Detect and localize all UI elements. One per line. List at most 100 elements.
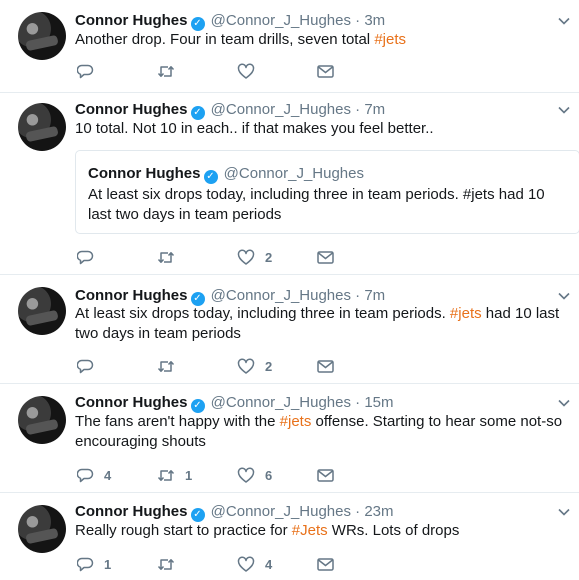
tweet-text: The fans aren't happy with the #jets off…: [75, 412, 565, 452]
quoted-tweet-text: At least six drops today, including thre…: [88, 186, 545, 223]
avatar[interactable]: [18, 287, 66, 335]
tweet-actions: [75, 61, 375, 81]
tweet[interactable]: Connor Hughes ✓ @Connor_J_Hughes · 23m Re…: [0, 493, 579, 580]
reply-icon: [77, 250, 94, 264]
author-name[interactable]: Connor Hughes: [75, 12, 188, 29]
reply-button[interactable]: 1: [77, 554, 111, 574]
tweet-time[interactable]: 15m: [364, 394, 393, 411]
reply-icon: [77, 557, 94, 571]
like-button[interactable]: 4: [237, 554, 272, 574]
tweet[interactable]: Connor Hughes ✓ @Connor_J_Hughes · 15m Th…: [0, 384, 579, 493]
tweet[interactable]: Connor Hughes ✓ @Connor_J_Hughes · 3m Ano…: [0, 0, 579, 93]
verified-badge-icon: ✓: [190, 17, 205, 31]
reply-count: 1: [104, 556, 112, 572]
like-icon: [237, 358, 255, 374]
hashtag-link[interactable]: #Jets: [292, 522, 328, 539]
like-button[interactable]: 2: [237, 247, 272, 267]
reply-icon: [77, 359, 94, 373]
hashtag-link[interactable]: #jets: [280, 413, 312, 430]
chevron-down-icon[interactable]: [557, 103, 571, 117]
avatar[interactable]: [18, 396, 66, 444]
like-icon: [237, 556, 255, 572]
message-icon: [317, 468, 334, 482]
separator-dot: ·: [355, 287, 361, 304]
retweet-icon: [157, 251, 175, 263]
tweet[interactable]: Connor Hughes ✓ @Connor_J_Hughes · 7m 10 …: [0, 93, 579, 275]
retweet-button[interactable]: [157, 61, 185, 81]
reply-button[interactable]: [77, 356, 104, 376]
author-handle[interactable]: @Connor_J_Hughes: [211, 394, 351, 411]
tweet-time[interactable]: 3m: [364, 12, 385, 29]
avatar[interactable]: [18, 12, 66, 60]
separator-dot: ·: [355, 394, 361, 411]
separator-dot: ·: [355, 101, 361, 118]
reply-icon: [77, 64, 94, 78]
direct-message-button[interactable]: [317, 554, 334, 574]
like-button[interactable]: [237, 61, 265, 81]
verified-badge-icon: ✓: [190, 106, 205, 120]
tweet-time[interactable]: 7m: [364, 287, 385, 304]
text-part: 10 total. Not 10 in each.. if that makes…: [75, 120, 434, 137]
like-button[interactable]: 6: [237, 465, 272, 485]
text-part: Another drop. Four in team drills, seven…: [75, 31, 375, 48]
avatar[interactable]: [18, 505, 66, 553]
chevron-down-icon[interactable]: [557, 289, 571, 303]
tweet-time[interactable]: 7m: [364, 101, 385, 118]
retweet-count: 1: [185, 467, 193, 483]
retweet-button[interactable]: [157, 247, 185, 267]
hashtag-link[interactable]: #jets: [374, 31, 406, 48]
direct-message-button[interactable]: [317, 465, 334, 485]
tweet-text: Really rough start to practice for #Jets…: [75, 521, 565, 541]
quoted-tweet[interactable]: Connor Hughes ✓ @Connor_J_Hughes At least…: [75, 150, 579, 234]
author-name[interactable]: Connor Hughes: [75, 287, 188, 304]
avatar[interactable]: [18, 103, 66, 151]
tweet-actions: 4 1 6: [75, 465, 375, 485]
author-handle[interactable]: @Connor_J_Hughes: [211, 503, 351, 520]
tweet-time[interactable]: 23m: [364, 503, 393, 520]
text-part: The fans aren't happy with the: [75, 413, 280, 430]
tweet-actions: 2: [75, 247, 375, 267]
hashtag-link[interactable]: #jets: [450, 305, 482, 322]
tweet-header: Connor Hughes ✓ @Connor_J_Hughes · 15m: [75, 394, 394, 413]
author-handle[interactable]: @Connor_J_Hughes: [211, 12, 351, 29]
retweet-button[interactable]: [157, 356, 185, 376]
tweet-header: Connor Hughes ✓ @Connor_J_Hughes · 7m: [75, 101, 385, 120]
like-icon: [237, 467, 255, 483]
like-icon: [237, 249, 255, 265]
author-name[interactable]: Connor Hughes: [75, 394, 188, 411]
like-count: 6: [265, 467, 273, 483]
reply-button[interactable]: 4: [77, 465, 111, 485]
chevron-down-icon[interactable]: [557, 396, 571, 410]
quoted-author-handle: @Connor_J_Hughes: [223, 165, 364, 182]
tweet[interactable]: Connor Hughes ✓ @Connor_J_Hughes · 7m At …: [0, 275, 579, 384]
reply-count: 4: [104, 467, 112, 483]
tweet-text: Another drop. Four in team drills, seven…: [75, 30, 565, 50]
separator-dot: ·: [355, 503, 361, 520]
retweet-icon: [157, 65, 175, 77]
verified-badge-icon: ✓: [190, 508, 205, 522]
tweet-text: At least six drops today, including thre…: [75, 304, 565, 344]
verified-badge-icon: ✓: [203, 170, 218, 184]
chevron-down-icon[interactable]: [557, 505, 571, 519]
separator-dot: ·: [355, 12, 361, 29]
chevron-down-icon[interactable]: [557, 14, 571, 28]
retweet-button[interactable]: 1: [157, 465, 192, 485]
reply-button[interactable]: [77, 247, 104, 267]
retweet-icon: [157, 360, 175, 372]
like-button[interactable]: 2: [237, 356, 272, 376]
author-handle[interactable]: @Connor_J_Hughes: [211, 287, 351, 304]
author-handle[interactable]: @Connor_J_Hughes: [211, 101, 351, 118]
direct-message-button[interactable]: [317, 247, 334, 267]
retweet-button[interactable]: [157, 554, 185, 574]
tweet-actions: 1 4: [75, 554, 375, 574]
direct-message-button[interactable]: [317, 356, 334, 376]
reply-button[interactable]: [77, 61, 104, 81]
quoted-tweet-header: Connor Hughes ✓ @Connor_J_Hughes: [88, 165, 364, 184]
message-icon: [317, 250, 334, 264]
text-part: Really rough start to practice for: [75, 522, 292, 539]
verified-badge-icon: ✓: [190, 399, 205, 413]
direct-message-button[interactable]: [317, 61, 334, 81]
author-name[interactable]: Connor Hughes: [75, 503, 188, 520]
author-name[interactable]: Connor Hughes: [75, 101, 188, 118]
reply-icon: [77, 468, 94, 482]
